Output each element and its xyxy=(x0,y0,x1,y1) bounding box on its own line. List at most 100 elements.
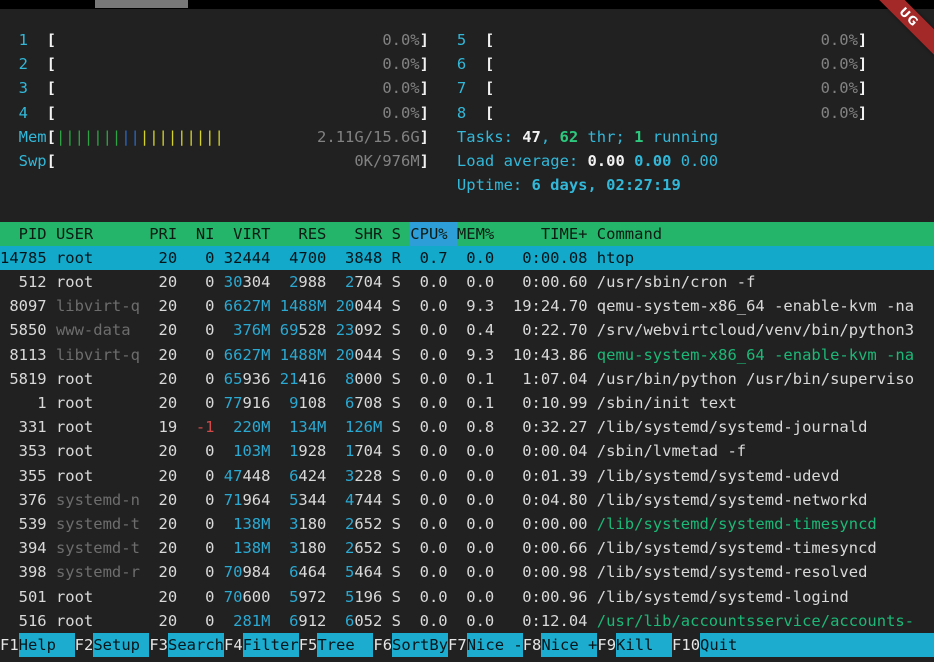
cell-res: 464 xyxy=(298,560,326,584)
process-row-353[interactable]: 353root200103M19281704S0.00.00:00.04/sbi… xyxy=(0,439,934,463)
cell-ni: 0 xyxy=(205,488,214,512)
meter-bar: | xyxy=(56,125,65,149)
process-row-8097[interactable]: 8097libvirt-q2006627M1488M20044S0.09.319… xyxy=(0,294,934,318)
cell-user: root xyxy=(56,585,93,609)
cell-cmd: qemu-system-x86_64 -enable-kvm -na xyxy=(597,343,914,367)
cell-ni: 0 xyxy=(205,367,214,391)
cell-cmd: /lib/systemd/systemd-timesyncd xyxy=(597,512,877,536)
process-row-1[interactable]: 1root2007791691086708S0.00.10:10.99/sbin… xyxy=(0,391,934,415)
cell-cpu: 0.0 xyxy=(420,367,448,391)
cell-virt: 47 xyxy=(224,464,243,488)
cell-cmd: /sbin/lvmetad -f xyxy=(597,439,746,463)
process-row-14785[interactable]: 14785root2003244447003848R0.70.00:00.08h… xyxy=(0,246,934,270)
cell-res: 6 xyxy=(289,464,298,488)
cell-time: 1:07.04 xyxy=(522,367,587,391)
cell-virt: 70 xyxy=(224,560,243,584)
scrollbar-thumb[interactable] xyxy=(95,0,188,8)
cell-s: S xyxy=(392,415,401,439)
cell-s: S xyxy=(392,536,401,560)
process-row-501[interactable]: 501root2007060059725196S0.00.00:00.96/li… xyxy=(0,585,934,609)
meter-bar: | xyxy=(177,125,186,149)
cell-ni: 0 xyxy=(205,512,214,536)
cell-cpu: 0.0 xyxy=(420,609,448,633)
fn-filter[interactable]: F4Filter xyxy=(224,633,299,657)
process-row-398[interactable]: 398systemd-r2007098464645464S0.00.00:00.… xyxy=(0,560,934,584)
cell-res: 4700 xyxy=(289,246,326,270)
bracket-open: [ xyxy=(47,76,56,100)
cell-pri: 20 xyxy=(159,536,178,560)
fn-setup[interactable]: F2Setup xyxy=(75,633,150,657)
load-average: Load average: xyxy=(457,149,588,173)
fn-nice--[interactable]: F7Nice - xyxy=(448,633,523,657)
cell-virt: 71 xyxy=(224,488,243,512)
column-header-s[interactable]: S xyxy=(392,222,401,246)
cell-pri: 20 xyxy=(159,512,178,536)
cell-ni: 0 xyxy=(205,343,214,367)
process-row-394[interactable]: 394systemd-t200138M31802652S0.00.00:00.6… xyxy=(0,536,934,560)
cell-pid: 376 xyxy=(19,488,47,512)
meter-bar: | xyxy=(75,125,84,149)
fn-tree[interactable]: F5Tree xyxy=(299,633,374,657)
fn-nice-+[interactable]: F8Nice + xyxy=(523,633,598,657)
cell-pid: 1 xyxy=(37,391,46,415)
uptime: 6 days, 02:27:19 xyxy=(532,173,681,197)
process-row-355[interactable]: 355root2004744864243228S0.00.00:01.39/li… xyxy=(0,464,934,488)
process-row-8113[interactable]: 8113libvirt-q2006627M1488M20044S0.09.310… xyxy=(0,343,934,367)
column-header-cpu[interactable]: CPU% xyxy=(410,222,457,246)
cell-virt: 376M xyxy=(233,318,270,342)
process-row-516[interactable]: 516root200281M69126052S0.00.00:12.04/usr… xyxy=(0,609,934,633)
column-header-res[interactable]: RES xyxy=(298,222,326,246)
cpu-meter-row-4: 4[0.0%]8[0.0%] xyxy=(0,101,934,125)
cell-virt: 304 xyxy=(242,270,270,294)
cell-user: systemd-t xyxy=(56,512,140,536)
fn-key-label: F2 xyxy=(75,633,94,657)
process-row-376[interactable]: 376systemd-n2007196453444744S0.00.00:04.… xyxy=(0,488,934,512)
cell-shr: 2 xyxy=(345,512,354,536)
fn-sortby[interactable]: F6SortBy xyxy=(373,633,448,657)
cell-cpu: 0.0 xyxy=(420,439,448,463)
process-row-5850[interactable]: 5850www-data200376M6952823092S0.00.40:22… xyxy=(0,318,934,342)
fn-quit[interactable]: F10Quit xyxy=(672,633,934,657)
process-row-539[interactable]: 539systemd-t200138M31802652S0.00.00:00.0… xyxy=(0,512,934,536)
column-header-mem[interactable]: MEM% xyxy=(457,222,494,246)
column-header-cmd[interactable]: Command xyxy=(597,222,662,246)
cell-pid: 5850 xyxy=(9,318,46,342)
bracket-open: [ xyxy=(485,76,494,100)
fn-search[interactable]: F3Search xyxy=(149,633,224,657)
bracket-close: ] xyxy=(420,125,429,149)
load-average xyxy=(671,149,680,173)
cell-pri: 20 xyxy=(159,343,178,367)
column-header-time[interactable]: TIME+ xyxy=(541,222,588,246)
process-row-331[interactable]: 331root19-1220M134M126MS0.00.80:32.27/li… xyxy=(0,415,934,439)
uptime-row: Uptime: 6 days, 02:27:19 xyxy=(0,173,934,197)
column-header-user[interactable]: USER xyxy=(56,222,93,246)
meter-bar: | xyxy=(93,125,102,149)
bracket-close: ] xyxy=(858,28,867,52)
fn-key-label: F6 xyxy=(373,633,392,657)
column-header-ni[interactable]: NI xyxy=(196,222,215,246)
cell-user: root xyxy=(56,415,93,439)
process-row-5819[interactable]: 5819root20065936214168000S0.00.11:07.04/… xyxy=(0,367,934,391)
column-header-pid[interactable]: PID xyxy=(19,222,47,246)
column-header-shr[interactable]: SHR xyxy=(354,222,382,246)
cpu1-meter-label: 1 xyxy=(19,28,28,52)
fn-action-label: Filter xyxy=(243,633,299,657)
cell-time: 0:00.60 xyxy=(522,270,587,294)
cell-shr: 052 xyxy=(354,609,382,633)
cell-ni: 0 xyxy=(205,318,214,342)
fn-help[interactable]: F1Help xyxy=(0,633,75,657)
cell-ni: 0 xyxy=(205,391,214,415)
cell-shr: 5 xyxy=(345,560,354,584)
cell-res: 5 xyxy=(289,488,298,512)
fn-kill[interactable]: F9Kill xyxy=(597,633,672,657)
process-row-512[interactable]: 512root2003030429882704S0.00.00:00.60/us… xyxy=(0,270,934,294)
cell-pri: 20 xyxy=(159,609,178,633)
column-header-pri[interactable]: PRI xyxy=(149,222,177,246)
cell-virt: 600 xyxy=(242,585,270,609)
cell-shr: 6 xyxy=(345,391,354,415)
column-header-virt[interactable]: VIRT xyxy=(233,222,270,246)
cell-time: 0:00.96 xyxy=(522,585,587,609)
fn-key-label: F5 xyxy=(299,633,318,657)
cell-shr: 2 xyxy=(345,536,354,560)
cell-shr: 708 xyxy=(354,391,382,415)
